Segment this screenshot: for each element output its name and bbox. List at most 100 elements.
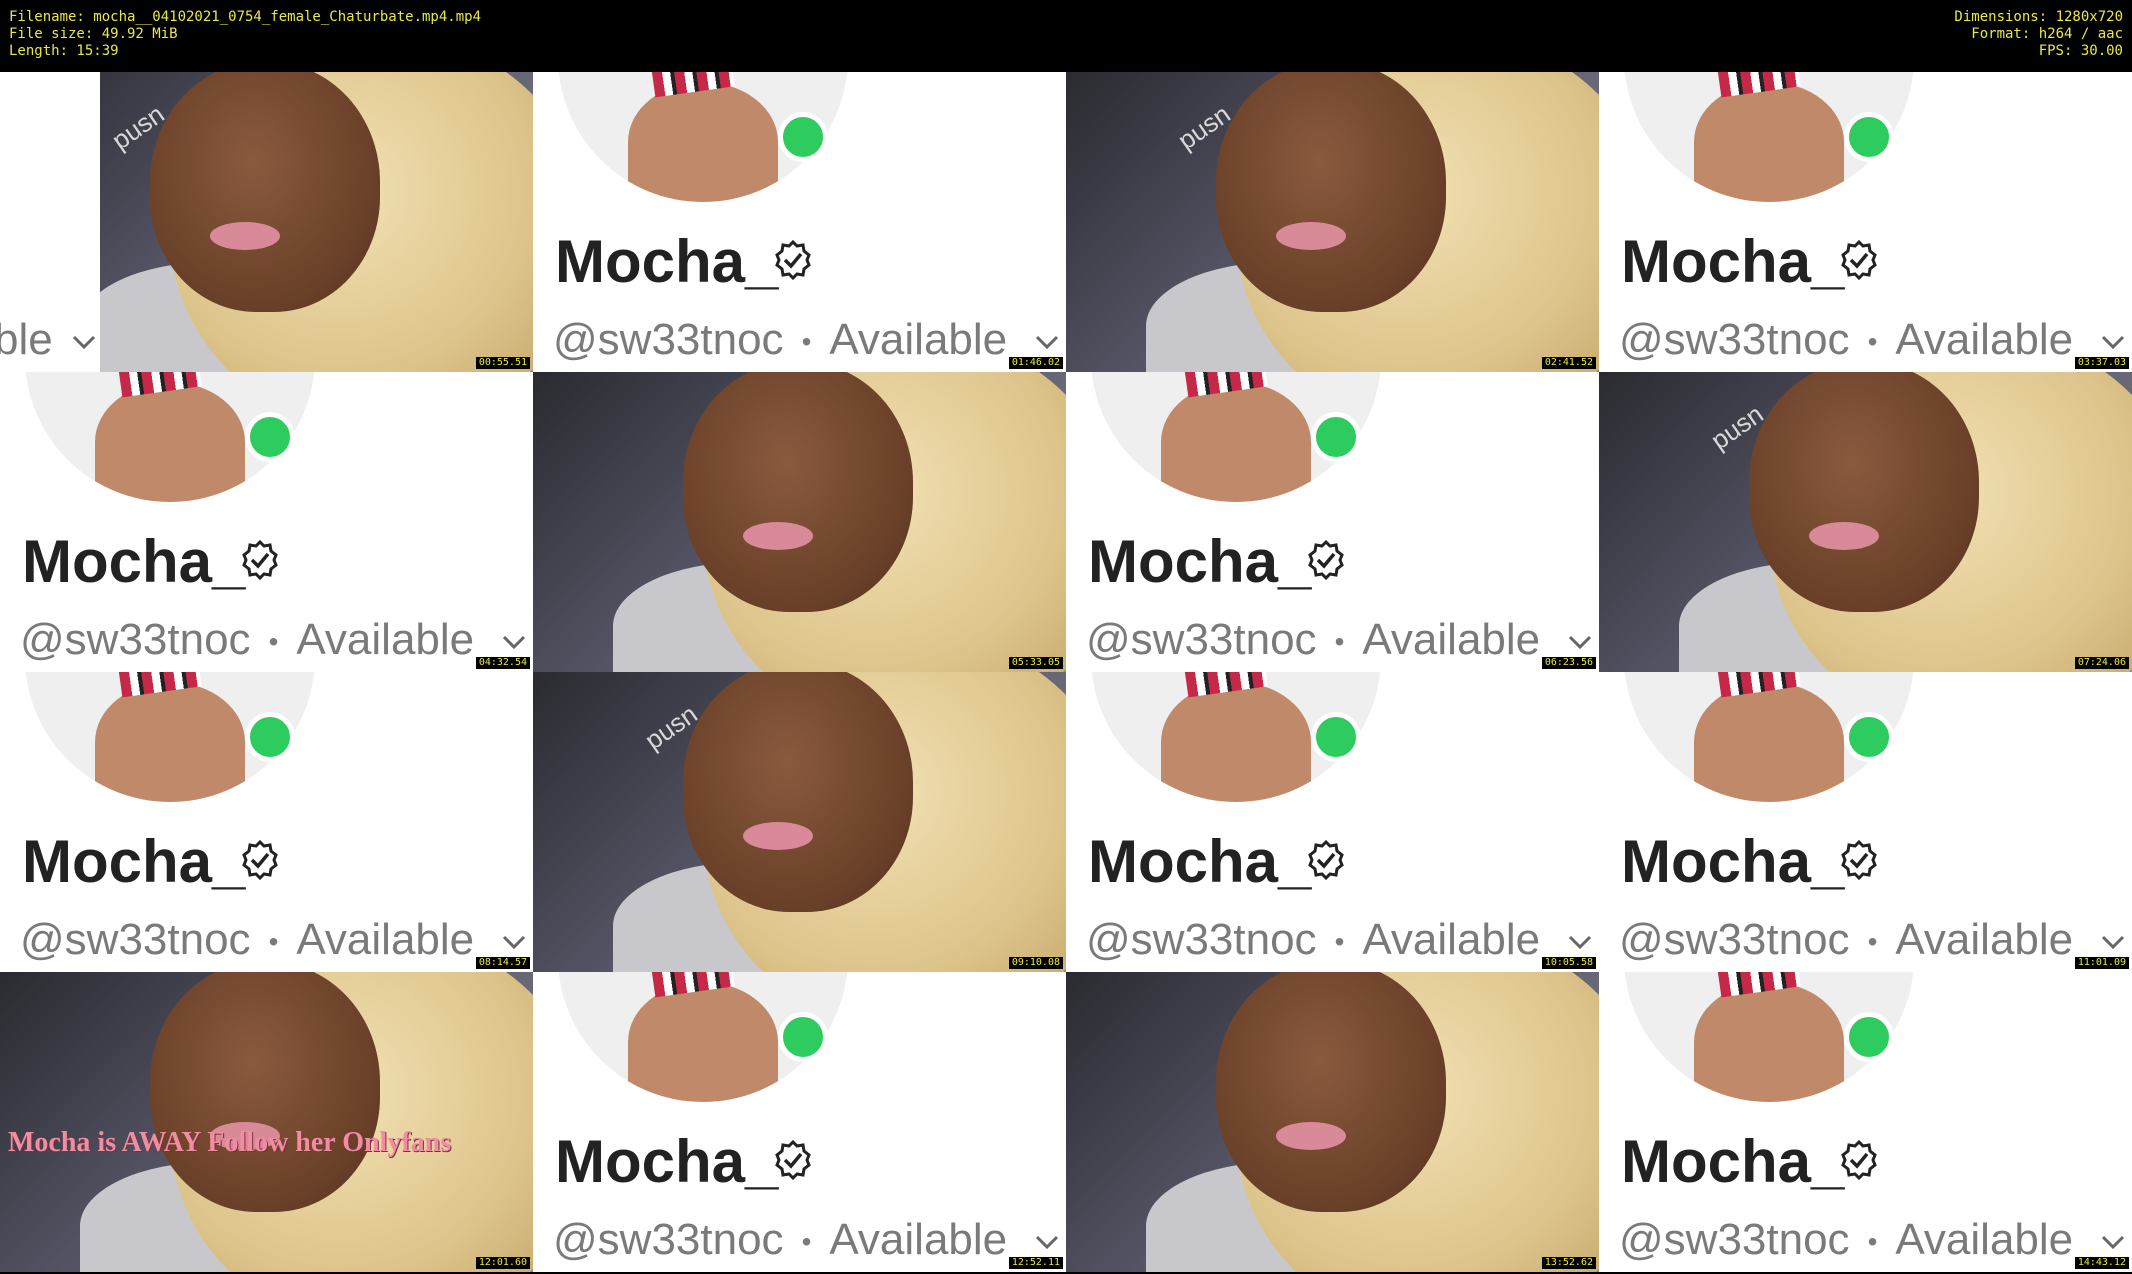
chevron-down-icon[interactable]	[2099, 1227, 2127, 1255]
thumbnail-frame[interactable]: Mocha_ @sw33tnoc • Available 01:46.02	[533, 72, 1066, 372]
profile-name: Mocha_	[22, 528, 246, 595]
thumbnail-frame[interactable]: 13:52.62	[1066, 972, 1599, 1272]
profile-handle: @sw33tnoc	[20, 915, 251, 964]
file-info-right: Dimensions: 1280x720 Format: h264 / aac …	[1954, 9, 2123, 60]
photo-lips	[1276, 1122, 1346, 1150]
filesize-text: File size: 49.92 MiB	[9, 26, 178, 42]
online-indicator-icon	[1844, 112, 1894, 162]
profile-handle-line: @sw33tnoc • Available	[1619, 915, 2073, 965]
frame-timestamp: 12:01.60	[475, 1257, 530, 1269]
profile-name: Mocha_	[555, 228, 779, 295]
profile-handle: @sw33tnoc	[1086, 615, 1317, 664]
availability-status[interactable]: Available	[1895, 315, 2073, 364]
online-indicator-icon	[778, 1012, 828, 1062]
frame-timestamp: 03:37.03	[2074, 357, 2129, 369]
profile-name: Mocha_	[1088, 528, 1312, 595]
profile-handle: @sw33tnoc	[1086, 915, 1317, 964]
profile-name: Mocha_	[1621, 228, 1845, 295]
separator-dot: •	[1867, 326, 1878, 358]
thumbnail-frame[interactable]: Mocha_ @sw33tnoc • Available 11:01.09	[1599, 672, 2132, 972]
chevron-down-icon[interactable]	[2099, 927, 2127, 955]
thumbnail-frame[interactable]: 05:33.05	[533, 372, 1066, 672]
frame-timestamp: 14:43.12	[2074, 1257, 2129, 1269]
file-info-left: Filename: mocha__04102021_0754_female_Ch…	[9, 9, 481, 60]
chevron-down-icon[interactable]	[500, 927, 528, 955]
profile-handle: @sw33tnoc	[553, 315, 784, 364]
thumbnail-frame[interactable]: Mocha_ @sw33tnoc • Available 06:23.56	[1066, 372, 1599, 672]
availability-status[interactable]: Available	[1895, 915, 2073, 964]
separator-dot: •	[801, 326, 812, 358]
profile-handle: @sw33tnoc	[553, 1215, 784, 1264]
profile-name: Mocha_	[1621, 828, 1845, 895]
separator-dot: •	[1334, 926, 1345, 958]
online-indicator-icon	[1844, 1012, 1894, 1062]
photo-lips	[743, 522, 813, 550]
thumbnail-frame[interactable]: Mocha_ @sw33tnoc • Available 03:37.03	[1599, 72, 2132, 372]
availability-status[interactable]: Available	[1362, 615, 1540, 664]
frame-timestamp: 04:32.54	[475, 657, 530, 669]
thumbnail-frame[interactable]: pusn 07:24.06	[1599, 372, 2132, 672]
filename-text: Filename: mocha__04102021_0754_female_Ch…	[9, 9, 482, 25]
frame-timestamp: 00:55.51	[475, 357, 530, 369]
profile-handle: @sw33tnoc	[1619, 1215, 1850, 1264]
chevron-down-icon[interactable]	[1033, 327, 1061, 355]
online-indicator-icon	[1311, 412, 1361, 462]
chevron-down-icon[interactable]	[2099, 327, 2127, 355]
chevron-down-icon[interactable]	[500, 627, 528, 655]
thumbnail-frame[interactable]: pusn 09:10.08	[533, 672, 1066, 972]
verified-badge-icon	[1839, 1139, 1879, 1181]
verified-badge-icon	[1839, 839, 1879, 881]
separator-dot: •	[1867, 1226, 1878, 1258]
verified-badge-icon	[1306, 539, 1346, 581]
online-indicator-icon	[1311, 712, 1361, 762]
frame-timestamp: 09:10.08	[1008, 957, 1063, 969]
verified-badge-icon	[773, 1139, 813, 1181]
thumbnail-frame[interactable]: Mocha_ @sw33tnoc • Available 04:32.54	[0, 372, 533, 672]
thumbnail-frame[interactable]: Mocha_ @sw33tnoc • Available 08:14.57	[0, 672, 533, 972]
chevron-down-icon[interactable]	[1566, 627, 1594, 655]
online-indicator-icon	[245, 412, 295, 462]
frame-timestamp: 12:52.11	[1008, 1257, 1063, 1269]
profile-name: Mocha_	[22, 828, 246, 895]
thumbnail-frame[interactable]: Mocha_ @sw33tnoc • Available 14:43.12	[1599, 972, 2132, 1272]
separator-dot: •	[268, 626, 279, 658]
thumbnail-frame[interactable]: Mocha is AWAY Follow her Onlyfans 12:01.6…	[0, 972, 533, 1272]
dimensions-text: Dimensions: 1280x720	[1954, 9, 2123, 25]
file-info-header: Filename: mocha__04102021_0754_female_Ch…	[0, 0, 2132, 72]
profile-handle-line: @sw33tnoc • Available	[20, 915, 474, 965]
frame-timestamp: 05:33.05	[1008, 657, 1063, 669]
chevron-down-icon[interactable]	[1033, 1227, 1061, 1255]
photo-face	[150, 72, 380, 312]
online-indicator-icon	[778, 112, 828, 162]
chevron-down-icon[interactable]	[70, 327, 98, 355]
avatar-shirt	[628, 82, 778, 202]
avatar-shirt	[95, 382, 245, 502]
profile-handle-line: @sw33tnoc • Available	[553, 315, 1007, 365]
frame-timestamp: 10:05.58	[1541, 957, 1596, 969]
profile-handle-line: @sw33tnoc • Available	[553, 1215, 1007, 1265]
online-indicator-icon	[1844, 712, 1894, 762]
separator-dot: •	[801, 1226, 812, 1258]
avatar-shirt	[1694, 682, 1844, 802]
availability-status[interactable]: Available	[296, 615, 474, 664]
availability-status[interactable]: Available	[829, 315, 1007, 364]
avatar-shirt	[95, 682, 245, 802]
availability-status[interactable]: Available	[1895, 1215, 2073, 1264]
thumbnail-frame[interactable]: pusn ble 00:55.51	[0, 72, 533, 372]
separator-dot: •	[1334, 626, 1345, 658]
thumbnail-frame[interactable]: Mocha_ @sw33tnoc • Available 12:52.11	[533, 972, 1066, 1272]
avatar-shirt	[628, 982, 778, 1102]
separator-dot: •	[268, 926, 279, 958]
availability-status[interactable]: Available	[1362, 915, 1540, 964]
photo-lips	[210, 222, 280, 250]
separator-dot: •	[1867, 926, 1878, 958]
availability-status[interactable]: Available	[296, 915, 474, 964]
thumbnail-frame[interactable]: Mocha_ @sw33tnoc • Available 10:05.58	[1066, 672, 1599, 972]
photo-face	[683, 672, 913, 912]
availability-status[interactable]: Available	[829, 1215, 1007, 1264]
chevron-down-icon[interactable]	[1566, 927, 1594, 955]
length-text: Length: 15:39	[9, 43, 119, 59]
thumbnail-frame[interactable]: pusn 02:41.52	[1066, 72, 1599, 372]
avatar-shirt	[1161, 382, 1311, 502]
frame-timestamp: 01:46.02	[1008, 357, 1063, 369]
